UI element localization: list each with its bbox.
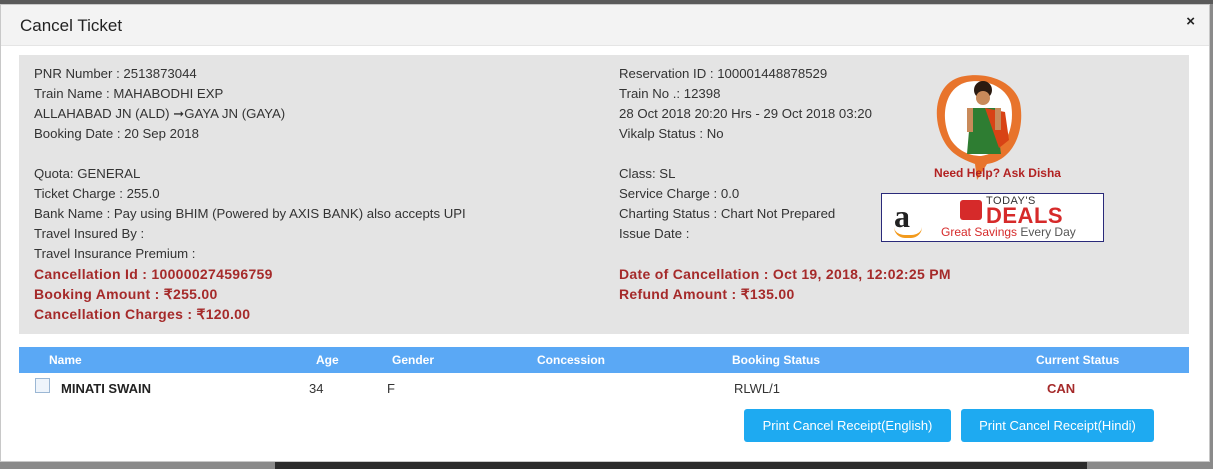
dialog-title: Cancel Ticket	[20, 16, 123, 35]
print-receipt-english-button[interactable]: Print Cancel Receipt(English)	[744, 409, 951, 442]
ask-disha-label[interactable]: Need Help? Ask Disha	[925, 166, 1070, 180]
class: Class: SL	[619, 166, 676, 181]
ticket-info-right: Reservation ID : 100001448878529 Train N…	[619, 64, 951, 304]
cancellation-charges: Cancellation Charges : ₹120.00	[34, 306, 251, 322]
pnr-number: PNR Number : 2513873044	[34, 66, 197, 81]
passenger-table-header: Name Age Gender Concession Booking Statu…	[19, 347, 1189, 373]
date-of-cancellation: Date of Cancellation : Oct 19, 2018, 12:…	[619, 266, 951, 282]
close-icon[interactable]: ×	[1186, 13, 1195, 30]
booking-amount: Booking Amount : ₹255.00	[34, 286, 218, 302]
train-name: Train Name : MAHABODHI EXP	[34, 86, 224, 101]
reservation-id: Reservation ID : 100001448878529	[619, 66, 828, 81]
journey-time: 28 Oct 2018 20:20 Hrs - 29 Oct 2018 03:2…	[619, 106, 872, 121]
passenger-name: MINATI SWAIN	[61, 381, 152, 396]
column-concession: Concession	[537, 353, 606, 367]
deals-sub-red: Great Savings	[941, 225, 1018, 239]
amazon-smile-icon	[894, 227, 922, 238]
quota: Quota: GENERAL	[34, 166, 141, 181]
ticket-info-left: PNR Number : 2513873044 Train Name : MAH…	[34, 64, 466, 324]
page-backdrop-bottom	[275, 462, 1087, 469]
vikalp-status: Vikalp Status : No	[619, 126, 724, 141]
route: ALLAHABAD JN (ALD) ➞GAYA JN (GAYA)	[34, 106, 286, 121]
amazon-deals-banner[interactable]: a TODAY'S DEALS Great Savings Every Day	[881, 193, 1104, 242]
deals-sub-text: Great Savings Every Day	[941, 225, 1076, 239]
travel-insured-by: Travel Insured By :	[34, 226, 145, 241]
passenger-gender: F	[387, 381, 395, 396]
train-number: Train No .: 12398	[619, 86, 721, 101]
travel-insurance-premium: Travel Insurance Premium :	[34, 246, 196, 261]
passenger-booking-status: RLWL/1	[734, 381, 780, 396]
column-age: Age	[316, 353, 339, 367]
dialog-header: Cancel Ticket ×	[1, 5, 1209, 46]
ticket-charge: Ticket Charge : 255.0	[34, 186, 160, 201]
print-receipt-hindi-button[interactable]: Print Cancel Receipt(Hindi)	[961, 409, 1154, 442]
column-booking-status: Booking Status	[732, 353, 821, 367]
bank-name: Bank Name : Pay using BHIM (Powered by A…	[34, 206, 466, 221]
booking-date: Booking Date : 20 Sep 2018	[34, 126, 199, 141]
refund-amount: Refund Amount : ₹135.00	[619, 286, 795, 302]
passenger-age: 34	[309, 381, 324, 396]
column-gender: Gender	[392, 353, 435, 367]
column-current-status: Current Status	[1036, 353, 1120, 367]
deals-sub-grey: Every Day	[1020, 225, 1076, 239]
cancellation-id: Cancellation Id : 100000274596759	[34, 266, 273, 282]
passenger-current-status: CAN	[1047, 381, 1076, 396]
shopping-bag-icon	[960, 200, 982, 220]
column-name: Name	[49, 353, 82, 367]
passenger-checkbox[interactable]	[35, 378, 50, 393]
table-row: MINATI SWAIN 34 F RLWL/1 CAN	[19, 374, 1189, 402]
